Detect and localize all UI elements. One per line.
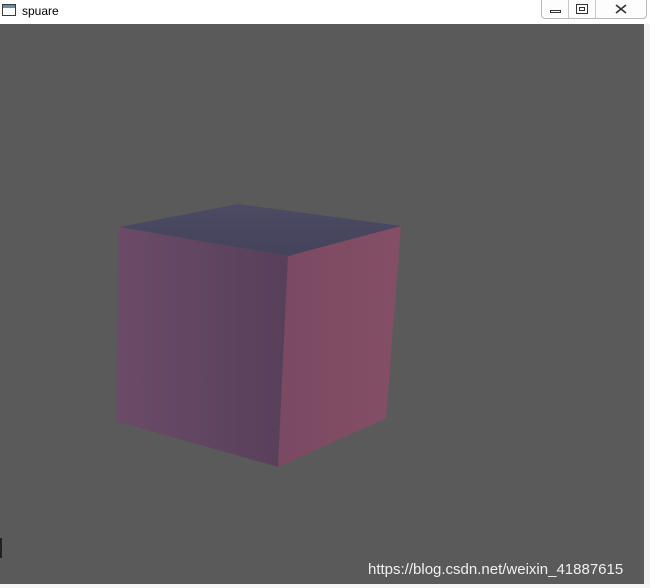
edge-marker xyxy=(0,538,2,558)
watermark-text: https://blog.csdn.net/weixin_41887615 xyxy=(368,561,624,578)
window-right-border xyxy=(644,24,650,588)
window-bottom-border xyxy=(0,584,650,588)
cube-front-face xyxy=(116,227,288,467)
cube-right-face xyxy=(278,226,401,467)
cube-scene xyxy=(116,204,401,467)
